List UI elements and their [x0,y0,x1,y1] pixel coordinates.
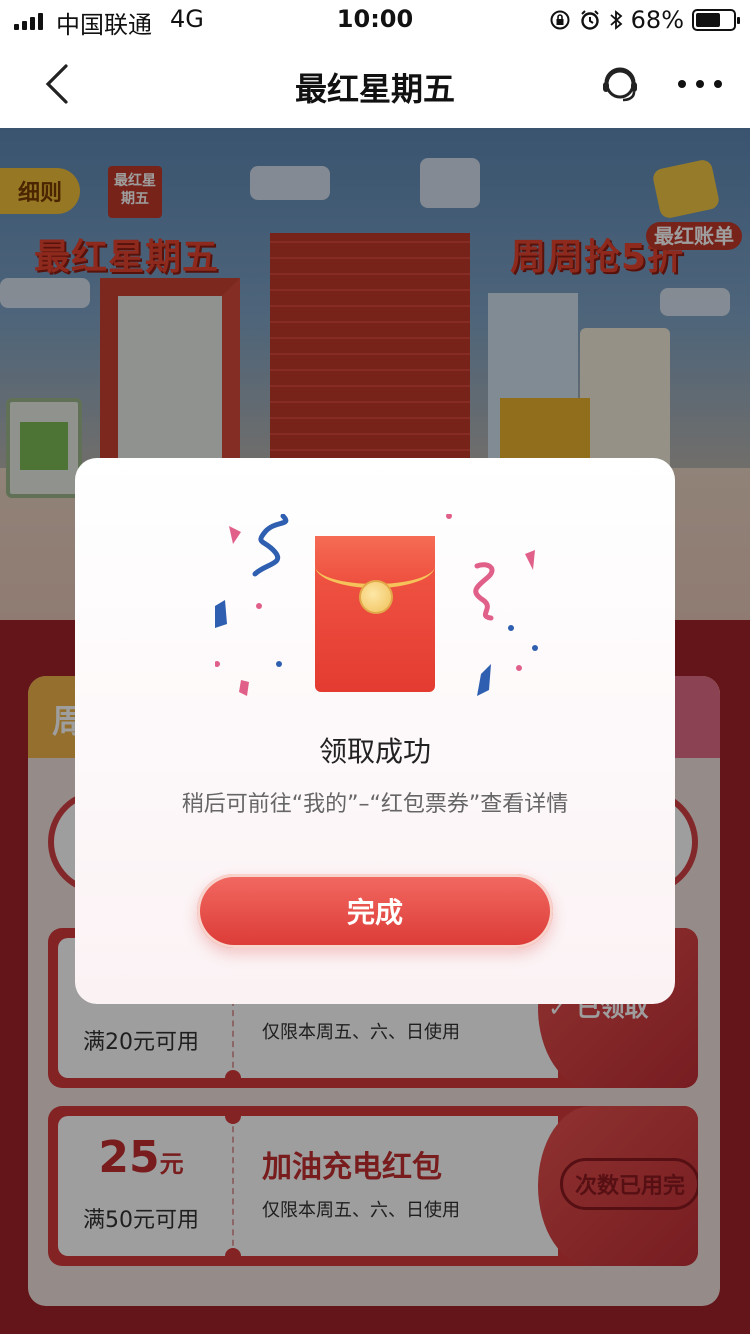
red-envelope-icon [315,536,435,692]
nav-bar: 最红星期五 [0,40,750,128]
rotation-lock-icon [550,10,570,30]
dialog-subtitle: 稍后可前往“我的”–“红包票券”查看详情 [181,792,569,817]
alarm-icon [580,10,599,30]
battery-percent: 68% [630,6,684,34]
status-bar: 中国联通 4G 10:00 68% [0,0,750,40]
done-button[interactable]: 完成 [197,874,553,948]
customer-service-icon[interactable] [598,62,642,106]
status-icons: 68% [549,6,740,34]
bluetooth-icon [610,10,623,30]
success-dialog: 领取成功 稍后可前往“我的”–“红包票券”查看详情 完成 [75,458,675,1004]
dialog-title: 领取成功 [318,735,431,768]
battery-icon [692,9,740,31]
more-options-icon[interactable] [678,70,724,98]
